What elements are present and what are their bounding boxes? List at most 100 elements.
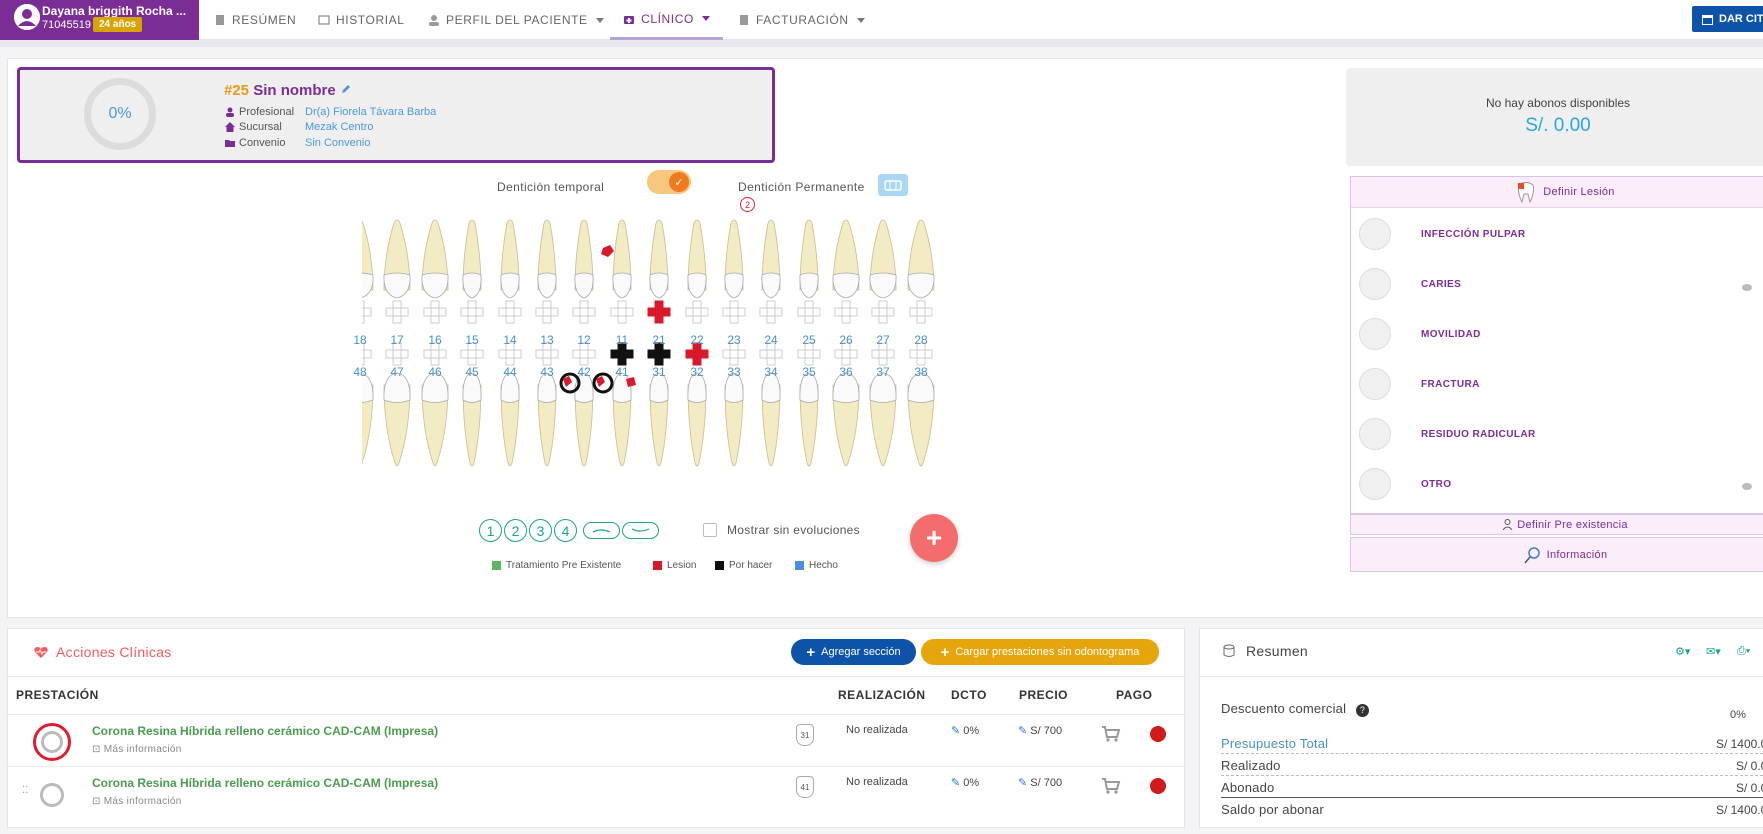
information-button[interactable]: Información [1350,537,1763,572]
tooth-crown[interactable] [907,272,935,299]
pencil-icon[interactable] [340,83,352,95]
procedure-name[interactable]: Corona Resina Híbrida relleno cerámico C… [92,776,438,790]
tooth-number[interactable]: 16 [416,333,454,347]
tooth-number[interactable]: 22 [678,333,716,347]
tab-resumen[interactable]: RESÚMEN [214,0,296,40]
tooth-crown[interactable] [799,272,819,299]
discount-cell[interactable]: ✎ 0% [951,776,979,789]
tooth-number[interactable]: 11 [603,333,641,347]
define-pre-existence-button[interactable]: Definir Pre existencia [1350,514,1763,535]
help-icon[interactable]: ? [1356,704,1369,717]
tooth-crown[interactable] [462,272,482,299]
lesion-item-caries[interactable]: CARIES [1352,260,1763,308]
odontogram-chart[interactable] [362,215,962,505]
lesion-item-infeccion-pulpar[interactable]: INFECCIÓN PULPAR [1352,210,1763,258]
tab-facturacion[interactable]: FACTURACIÓN [738,0,865,40]
tooth-crown[interactable] [761,272,781,299]
tab-perfil[interactable]: PERFIL DEL PACIENTE [428,0,604,40]
lesion-mark[interactable] [601,245,614,257]
tooth-surface-cross[interactable] [834,300,858,324]
tooth-surface-cross[interactable] [610,300,634,324]
tooth-number[interactable]: 34 [752,365,790,379]
more-info-link[interactable]: ⊡ Más información [92,796,182,807]
tooth-number[interactable]: 47 [378,365,416,379]
tooth-crown[interactable] [362,272,374,298]
tooth-number[interactable]: 44 [491,365,529,379]
tooth-number[interactable]: 28 [902,333,940,347]
tooth-surface-cross[interactable] [759,300,783,324]
tooth-number[interactable]: 36 [827,365,865,379]
tooth-number[interactable]: 42 [565,365,603,379]
tooth-number[interactable]: 32 [678,365,716,379]
tooth-number[interactable]: 23 [715,333,753,347]
cart-icon[interactable] [1101,777,1121,798]
tab-clinico[interactable]: CLÍNICO [610,0,723,40]
define-lesion-header[interactable]: Definir Lesión [1351,177,1763,208]
tooth-surface-cross[interactable] [871,300,895,324]
drag-handle[interactable]: ⁚⁚ [22,785,28,796]
lesion-item-movilidad[interactable]: MOVILIDAD [1352,310,1763,358]
tooth-surface-cross[interactable] [535,300,559,324]
tooth-crown[interactable] [574,272,594,299]
tooth-crown[interactable] [832,272,860,299]
tooth-number[interactable]: 24 [752,333,790,347]
tooth-surface-cross[interactable] [647,300,671,324]
tooth-surface-cross[interactable] [423,300,447,324]
tooth-number[interactable]: 41 [603,365,641,379]
tooth-crown[interactable] [724,272,744,299]
lesion-item-fractura[interactable]: FRACTURA [1352,360,1763,408]
permanent-dentition-button[interactable] [878,174,908,196]
lesion-item-residuo-radicular[interactable]: RESIDUO RADICULAR [1352,410,1763,458]
tooth-crown[interactable] [500,272,520,299]
tooth-crown[interactable] [383,272,411,299]
tooth-number[interactable]: 14 [491,333,529,347]
tooth-number[interactable]: 21 [640,333,678,347]
dentition-toggle[interactable]: ✓ [647,170,691,194]
print-dropdown[interactable]: ⎙▾ [1737,645,1750,658]
tooth-number[interactable]: 25 [790,333,828,347]
quadrant-3-button[interactable]: 3 [529,519,552,542]
procedure-name[interactable]: Corona Resina Híbrida relleno cerámico C… [92,724,438,738]
quadrant-1-button[interactable]: 1 [479,519,502,542]
tooth-number[interactable]: 48 [341,365,379,379]
tooth-number[interactable]: 38 [902,365,940,379]
tooth-crown[interactable] [537,272,557,299]
quadrant-4-button[interactable]: 4 [554,519,577,542]
tooth-number[interactable]: 31 [640,365,678,379]
tooth-number[interactable]: 45 [453,365,491,379]
add-fab-button[interactable]: + [910,514,958,562]
price-cell[interactable]: ✎ S/ 700 [1018,776,1062,789]
tooth-number[interactable]: 26 [827,333,865,347]
tooth-crown[interactable] [687,272,707,299]
comment-icon[interactable] [1742,483,1752,490]
patient-header[interactable]: Dayana briggith Rocha ... 71045519 24 añ… [0,0,199,40]
show-without-evolutions-checkbox[interactable] [703,523,717,537]
tooth-number[interactable]: 27 [864,333,902,347]
price-cell[interactable]: ✎ S/ 700 [1018,724,1062,737]
tooth-surface-cross[interactable] [572,300,596,324]
tooth-surface-cross[interactable] [460,300,484,324]
tooth-number[interactable]: 18 [341,333,379,347]
lower-arch-button[interactable] [622,522,659,539]
tooth-surface-cross[interactable] [722,300,746,324]
quadrant-2-button[interactable]: 2 [504,519,527,542]
discount-cell[interactable]: ✎ 0% [951,724,979,737]
tooth-number[interactable]: 12 [565,333,603,347]
progress-ring-selected[interactable] [33,723,71,761]
progress-ring[interactable] [40,783,64,807]
tooth-number[interactable]: 43 [528,365,566,379]
add-section-button[interactable]: + Agregar sección [791,639,916,665]
settings-dropdown[interactable]: ⚙▾ [1675,645,1690,658]
tooth-surface-cross[interactable] [498,300,522,324]
tooth-number[interactable]: 35 [790,365,828,379]
dar-cita-button[interactable]: DAR CITA [1692,6,1763,32]
comment-icon[interactable] [1742,284,1752,291]
tooth-surface-cross[interactable] [797,300,821,324]
upper-arch-button[interactable] [583,522,620,539]
tooth-number[interactable]: 37 [864,365,902,379]
tooth-surface-cross[interactable] [385,300,409,324]
cart-icon[interactable] [1101,725,1121,746]
tooth-crown[interactable] [649,272,669,299]
email-dropdown[interactable]: ✉▾ [1706,645,1721,658]
tooth-number[interactable]: 15 [453,333,491,347]
